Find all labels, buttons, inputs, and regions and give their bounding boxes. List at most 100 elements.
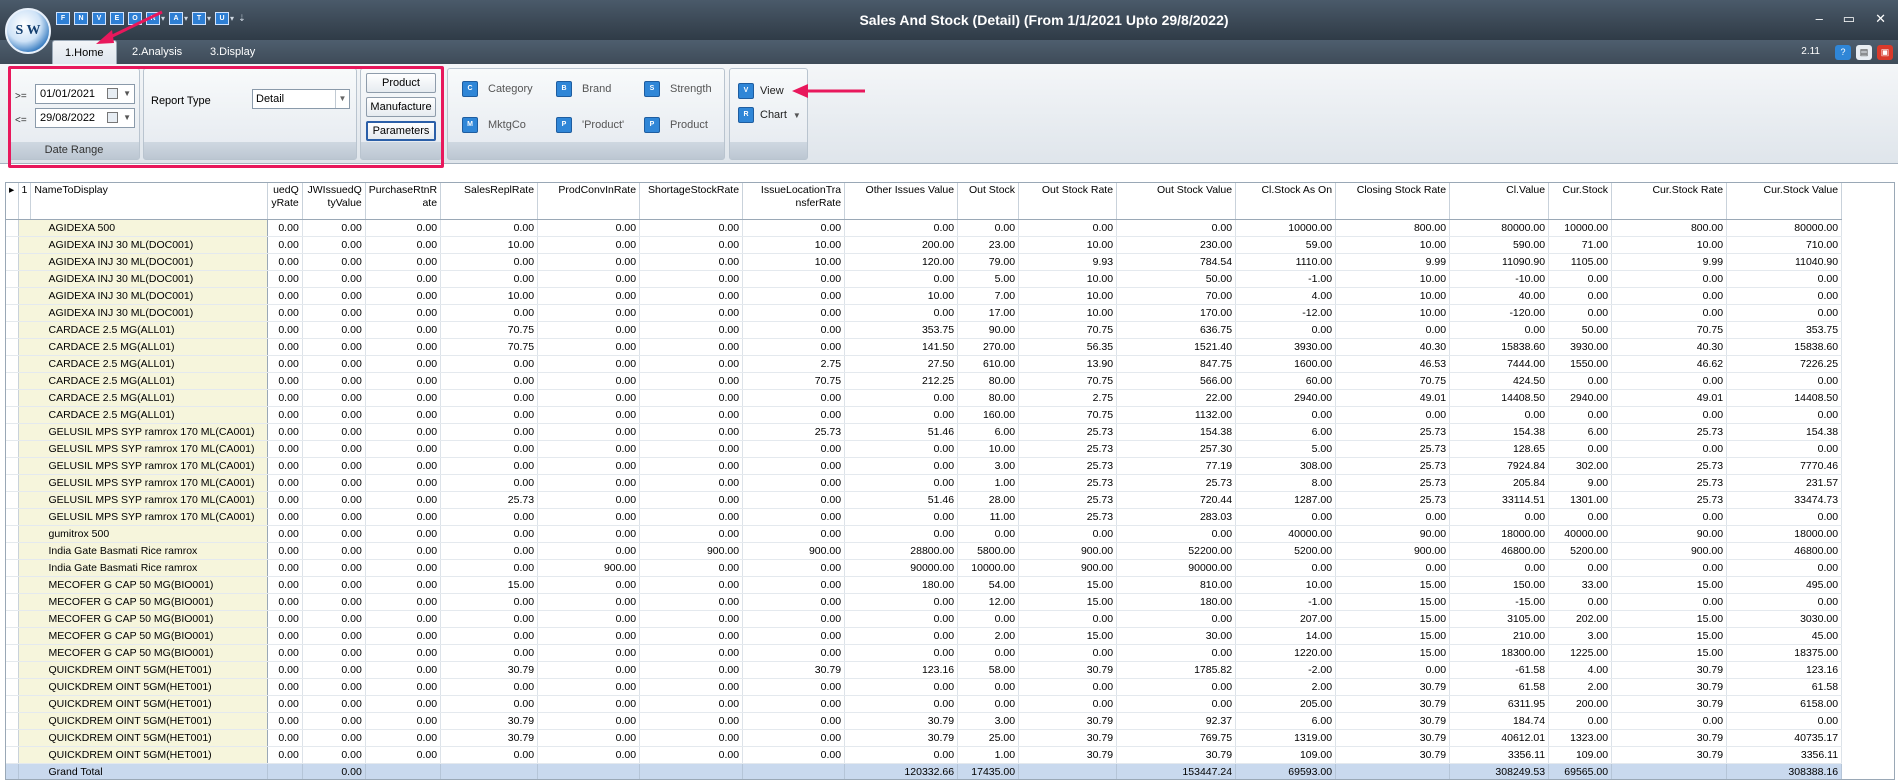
table-cell[interactable]: 1.00 — [957, 746, 1020, 764]
table-cell[interactable]: 1600.00 — [1235, 355, 1337, 373]
table-cell[interactable]: 18375.00 — [1726, 644, 1843, 662]
table-cell[interactable]: 0.00 — [267, 712, 303, 730]
table-cell[interactable]: 25.73 — [1018, 474, 1118, 492]
table-cell[interactable]: 0.00 — [537, 219, 641, 237]
table-cell[interactable]: 0.00 — [844, 457, 959, 475]
table-cell[interactable]: 30.79 — [1018, 729, 1118, 747]
table-cell[interactable]: 0.00 — [302, 423, 366, 441]
table-cell[interactable]: 0.00 — [537, 729, 641, 747]
table-cell[interactable]: 0.00 — [1611, 508, 1728, 526]
table-row[interactable]: QUICKDREM OINT 5GM(HET001) 0.00 0.00 0.00 30… — [6, 661, 1843, 679]
table-cell[interactable]: 180.00 — [1116, 593, 1237, 611]
table-cell[interactable]: 46800.00 — [1726, 542, 1843, 560]
table-cell[interactable]: 3356.11 — [1449, 746, 1550, 764]
table-cell[interactable]: 0.00 — [1611, 372, 1728, 390]
table-cell[interactable]: 10.00 — [1611, 236, 1728, 254]
table-cell[interactable]: 6.00 — [1235, 712, 1337, 730]
table-cell[interactable]: 51.46 — [844, 423, 959, 441]
table-cell[interactable]: 900.00 — [742, 542, 846, 560]
table-cell[interactable]: 46.62 — [1611, 355, 1728, 373]
table-cell[interactable]: 1785.82 — [1116, 661, 1237, 679]
table-cell[interactable]: 0.00 — [1449, 406, 1550, 424]
column-header[interactable]: Cur.Stock Rate — [1611, 183, 1728, 220]
table-cell[interactable]: 0.00 — [365, 525, 442, 543]
row-selector[interactable] — [6, 389, 19, 407]
table-cell[interactable]: 25.73 — [1335, 457, 1451, 475]
table-cell[interactable]: 0.00 — [302, 440, 366, 458]
table-cell[interactable]: 33474.73 — [1726, 491, 1843, 509]
table-cell[interactable]: 154.38 — [1116, 423, 1237, 441]
table-cell[interactable]: 0.00 — [537, 695, 641, 713]
table-cell[interactable]: 1287.00 — [1235, 491, 1337, 509]
table-cell[interactable]: 10.00 — [1335, 270, 1451, 288]
table-cell[interactable]: 40000.00 — [1548, 525, 1613, 543]
table-cell[interactable]: 50.00 — [1116, 270, 1237, 288]
table-cell[interactable]: 0.00 — [267, 474, 303, 492]
table-cell[interactable]: 0.00 — [1335, 661, 1451, 679]
table-cell[interactable]: 0.00 — [537, 287, 641, 305]
table-cell[interactable]: 0.00 — [1018, 695, 1118, 713]
table-row[interactable]: CARDACE 2.5 MG(ALL01) 0.00 0.00 0.00 70.75 0.… — [6, 321, 1843, 339]
table-cell[interactable]: 70.75 — [742, 372, 846, 390]
row-selector[interactable] — [6, 253, 19, 271]
table-cell[interactable]: 0.00 — [537, 372, 641, 390]
table-cell[interactable]: 0.00 — [639, 236, 744, 254]
row-selector[interactable] — [6, 321, 19, 339]
table-cell[interactable]: 0.00 — [1548, 287, 1613, 305]
table-cell[interactable]: 0.00 — [639, 610, 744, 628]
table-cell[interactable]: 0.00 — [742, 610, 846, 628]
row-selector[interactable] — [6, 457, 19, 475]
table-cell[interactable]: 0.00 — [302, 253, 366, 271]
table-cell[interactable]: 90000.00 — [1116, 559, 1237, 577]
table-cell[interactable]: 0.00 — [844, 219, 959, 237]
table-cell[interactable]: 184.74 — [1449, 712, 1550, 730]
table-cell[interactable]: 70.75 — [1335, 372, 1451, 390]
table-cell[interactable]: 0.00 — [267, 287, 303, 305]
table-cell[interactable]: -15.00 — [1449, 593, 1550, 611]
table-cell[interactable]: 14408.50 — [1726, 389, 1843, 407]
table-cell[interactable]: 0.00 — [365, 559, 442, 577]
table-cell[interactable]: 15838.60 — [1726, 338, 1843, 356]
table-cell[interactable]: 141.50 — [844, 338, 959, 356]
table-cell[interactable]: 0.00 — [302, 729, 366, 747]
table-cell[interactable]: 33114.51 — [1449, 491, 1550, 509]
table-cell[interactable]: 710.00 — [1726, 236, 1843, 254]
table-cell[interactable]: 0.00 — [365, 576, 442, 594]
table-cell[interactable]: 590.00 — [1449, 236, 1550, 254]
table-cell[interactable]: 0.00 — [365, 610, 442, 628]
table-cell[interactable]: 0.00 — [844, 440, 959, 458]
table-cell[interactable]: 10000.00 — [1548, 219, 1613, 237]
table-cell[interactable]: 0.00 — [365, 423, 442, 441]
product-name-cell[interactable]: QUICKDREM OINT 5GM(HET001) — [18, 661, 269, 679]
table-cell[interactable]: 30.79 — [1335, 695, 1451, 713]
table-cell[interactable]: 0.00 — [1726, 304, 1843, 322]
table-cell[interactable]: 30.00 — [1116, 627, 1237, 645]
product-name-cell[interactable]: GELUSIL MPS SYP ramrox 170 ML(CA001) — [18, 423, 269, 441]
table-cell[interactable]: -1.00 — [1235, 593, 1337, 611]
table-cell[interactable]: 0.00 — [1548, 593, 1613, 611]
table-cell[interactable]: 0.00 — [957, 610, 1020, 628]
table-cell[interactable]: 0.00 — [302, 287, 366, 305]
table-cell[interactable]: 0.00 — [537, 423, 641, 441]
table-cell[interactable]: 25.00 — [957, 729, 1020, 747]
table-cell[interactable]: 0.00 — [365, 304, 442, 322]
table-cell[interactable]: 0.00 — [267, 236, 303, 254]
table-cell[interactable]: 30.79 — [1335, 712, 1451, 730]
table-cell[interactable]: 0.00 — [957, 678, 1020, 696]
table-cell[interactable]: 1110.00 — [1235, 253, 1337, 271]
table-cell[interactable]: 7444.00 — [1449, 355, 1550, 373]
table-cell[interactable]: 77.19 — [1116, 457, 1237, 475]
table-cell[interactable]: 0.00 — [639, 423, 744, 441]
table-cell[interactable]: 302.00 — [1548, 457, 1613, 475]
table-cell[interactable]: 90000.00 — [844, 559, 959, 577]
table-cell[interactable]: 0.00 — [742, 729, 846, 747]
row-selector[interactable] — [6, 729, 19, 747]
table-cell[interactable]: 0.00 — [639, 406, 744, 424]
table-cell[interactable]: 0.00 — [302, 236, 366, 254]
table-cell[interactable]: 0.00 — [365, 389, 442, 407]
table-cell[interactable]: 0.00 — [302, 219, 366, 237]
table-cell[interactable]: 0.00 — [267, 644, 303, 662]
table-cell[interactable]: 0.00 — [639, 491, 744, 509]
table-cell[interactable]: 0.00 — [639, 559, 744, 577]
table-cell[interactable]: 0.00 — [440, 695, 539, 713]
